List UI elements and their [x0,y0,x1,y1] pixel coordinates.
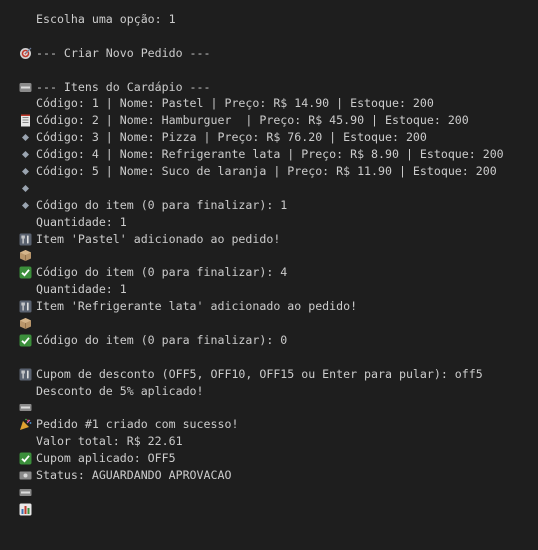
target-icon [19,13,32,59]
item-code-text: Código do item (0 para finalizar): 4 [36,265,288,280]
menu-item-line: Código: 5 | Nome: Suco de laranja | Preç… [19,163,538,209]
choice-line: Escolha uma opção: 1 [19,11,538,59]
diamond-bullet-icon [19,165,32,209]
item-added-line: Item 'Pastel' adicionado ao pedido! [19,231,538,279]
new-badge-icon [19,47,32,92]
package-icon [19,283,32,329]
menu-header-line: --- Itens do Cardápio --- [19,79,538,127]
check-box-icon [19,233,32,279]
menu-item-text: Código: 3 | Nome: Pizza | Preço: R$ 76.2… [36,130,427,145]
menu-item-text: Código: 5 | Nome: Suco de laranja | Preç… [36,164,497,179]
coupon-prompt-text: Cupom de desconto (OFF5, OFF10, OFF15 ou… [36,366,483,381]
create-header-text: --- Criar Novo Pedido --- [36,45,211,60]
ticket-icon [19,368,32,412]
menu-header-text: --- Itens do Cardápio --- [36,79,211,94]
choice-text: Escolha uma opção: 1 [36,12,176,26]
menu-item-line: Código: 3 | Nome: Pizza | Preço: R$ 76.2… [19,129,538,175]
money-bill-icon [19,435,32,480]
coupon-prompt-line: Cupom de desconto (OFF5, OFF10, OFF15 ou… [19,366,538,412]
item-code-text: Código do item (0 para finalizar): 1 [36,197,288,212]
menu-item-line: Código: 4 | Nome: Refrigerante lata | Pr… [19,146,538,192]
discount-applied-text: Desconto de 5% aplicado! [36,383,204,398]
menu-item-text: Código: 2 | Nome: Hamburguer | Preço: R$… [36,113,469,128]
order-created-text: Pedido #1 criado com sucesso! [36,417,239,432]
menu-item-text: Código: 4 | Nome: Refrigerante lata | Pr… [36,147,504,162]
bar-chart-icon [19,469,32,516]
package-icon [19,216,32,262]
quantity-line: Quantidade: 1 [19,281,538,329]
total-value-line: Valor total: R$ 22.61 [19,433,538,480]
create-header-line: --- Criar Novo Pedido --- [19,45,538,92]
menu-item-line: Código: 1 | Nome: Pastel | Preço: R$ 14.… [19,95,538,142]
item-added-line: Item 'Refrigerante lata' adicionado ao p… [19,298,538,347]
fork-knife-icon [19,199,32,246]
item-code-line: Código do item (0 para finalizar): 0 [19,332,538,381]
party-popper-icon [19,385,32,431]
menu-item-text: Código: 1 | Nome: Pastel | Preço: R$ 14.… [36,96,434,111]
check-box-icon [19,300,32,347]
check-box-icon [19,418,32,465]
quantity-line: Quantidade: 1 [19,214,538,262]
diamond-bullet-icon [19,131,32,175]
status-text: Status: AGUARDANDO APROVACAO [36,468,232,483]
discount-applied-line: Desconto de 5% aplicado! [19,383,538,431]
fork-knife-icon [19,266,32,313]
item-code-text: Código do item (0 para finalizar): 0 [36,332,288,347]
coupon-used-line: Cupom aplicado: OFF5 [19,450,538,496]
menu-item-line: Código: 2 | Nome: Hamburguer | Preço: R$… [19,112,538,159]
terminal-output: Escolha uma opção: 1 --- Criar Novo Pedi… [0,0,538,516]
item-added-text: Item 'Refrigerante lata' adicionado ao p… [36,299,358,314]
ticket-icon [19,452,32,496]
receipt-icon [19,81,32,127]
diamond-bullet-icon [19,114,32,159]
status-line: Status: AGUARDANDO APROVACAO [19,467,538,516]
diamond-bullet-icon [19,97,32,142]
order-created-line: Pedido #1 criado com sucesso! [19,416,538,465]
item-code-line: Código do item (0 para finalizar): 4 [19,264,538,313]
fork-knife-icon [19,334,32,381]
diamond-bullet-icon [19,148,32,192]
item-added-text: Item 'Pastel' adicionado ao pedido! [36,231,281,246]
item-code-line: Código do item (0 para finalizar): 1 [19,197,538,246]
